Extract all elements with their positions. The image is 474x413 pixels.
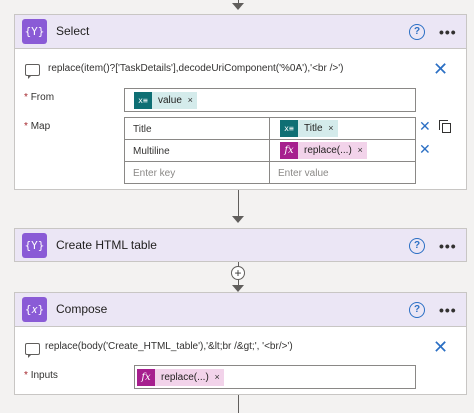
connector-top-arrow	[232, 3, 244, 10]
create-html-table-icon: {Y}	[22, 233, 47, 258]
remove-token-icon[interactable]: ×	[215, 369, 220, 386]
map-value-field[interactable]: fx replace(...) ×	[269, 139, 416, 162]
select-action-icon: {Y}	[22, 19, 47, 44]
close-comment-icon[interactable]: ✕	[433, 61, 448, 79]
compose-title[interactable]: Compose	[56, 293, 107, 326]
map-value-input[interactable]: Enter value	[269, 161, 416, 184]
connector-arrow	[232, 285, 244, 292]
inputs-label: * Inputs	[24, 370, 58, 381]
connector-bottom	[238, 395, 239, 413]
from-input[interactable]: x≡ value ×	[124, 88, 416, 112]
compose-action-icon: {𝑥}	[22, 297, 47, 322]
map-label: * Map	[24, 121, 51, 132]
map-key-input[interactable]: Enter key	[124, 161, 270, 184]
help-icon[interactable]: ?	[409, 238, 425, 254]
more-options-icon[interactable]: •••	[439, 25, 459, 39]
remove-token-icon[interactable]: ×	[188, 92, 193, 109]
remove-token-icon[interactable]: ×	[328, 120, 333, 137]
expression-icon: fx	[137, 369, 155, 386]
help-icon[interactable]: ?	[409, 24, 425, 40]
more-options-icon[interactable]: •••	[439, 303, 459, 317]
create-html-table-card[interactable]: {Y} Create HTML table ? •••	[14, 228, 467, 262]
dynamic-content-icon: x≡	[280, 120, 298, 137]
comment-icon	[25, 343, 40, 358]
from-label: * From	[24, 92, 55, 103]
select-header[interactable]: {Y} Select ? •••	[15, 15, 466, 49]
delete-row-icon[interactable]: ✕	[419, 118, 431, 136]
expression-icon: fx	[280, 142, 298, 159]
switch-to-text-mode-icon[interactable]	[439, 120, 451, 133]
dynamic-content-icon: x≡	[134, 92, 152, 109]
select-comment[interactable]: replace(item()?['TaskDetails'],decodeUri…	[48, 63, 343, 74]
remove-token-icon[interactable]: ×	[358, 142, 363, 159]
create-html-table-header[interactable]: {Y} Create HTML table ? •••	[15, 229, 466, 261]
map-key-field[interactable]: Title	[124, 117, 270, 140]
more-options-icon[interactable]: •••	[439, 239, 459, 253]
connector-arrow	[232, 216, 244, 223]
select-action-card: {Y} Select ? ••• replace(item()?['TaskDe…	[14, 14, 467, 190]
close-comment-icon[interactable]: ✕	[433, 339, 448, 357]
title-token[interactable]: x≡ Title ×	[280, 120, 338, 137]
expression-token[interactable]: fx replace(...) ×	[137, 369, 224, 386]
inputs-field[interactable]: fx replace(...) ×	[134, 365, 416, 389]
map-value-field[interactable]: x≡ Title ×	[269, 117, 416, 140]
select-title[interactable]: Select	[56, 15, 89, 48]
add-step-button[interactable]: +	[231, 266, 245, 280]
help-icon[interactable]: ?	[409, 302, 425, 318]
expression-token[interactable]: fx replace(...) ×	[280, 142, 367, 159]
comment-icon	[25, 64, 40, 79]
delete-row-icon[interactable]: ✕	[419, 141, 431, 159]
compose-comment[interactable]: replace(body('Create_HTML_table'),'&lt;b…	[45, 341, 293, 352]
from-token[interactable]: x≡ value ×	[134, 92, 197, 109]
create-html-table-title[interactable]: Create HTML table	[56, 229, 157, 262]
compose-action-card: {𝑥} Compose ? ••• replace(body('Create_H…	[14, 292, 467, 395]
compose-header[interactable]: {𝑥} Compose ? •••	[15, 293, 466, 327]
map-key-field[interactable]: Multiline	[124, 139, 270, 162]
